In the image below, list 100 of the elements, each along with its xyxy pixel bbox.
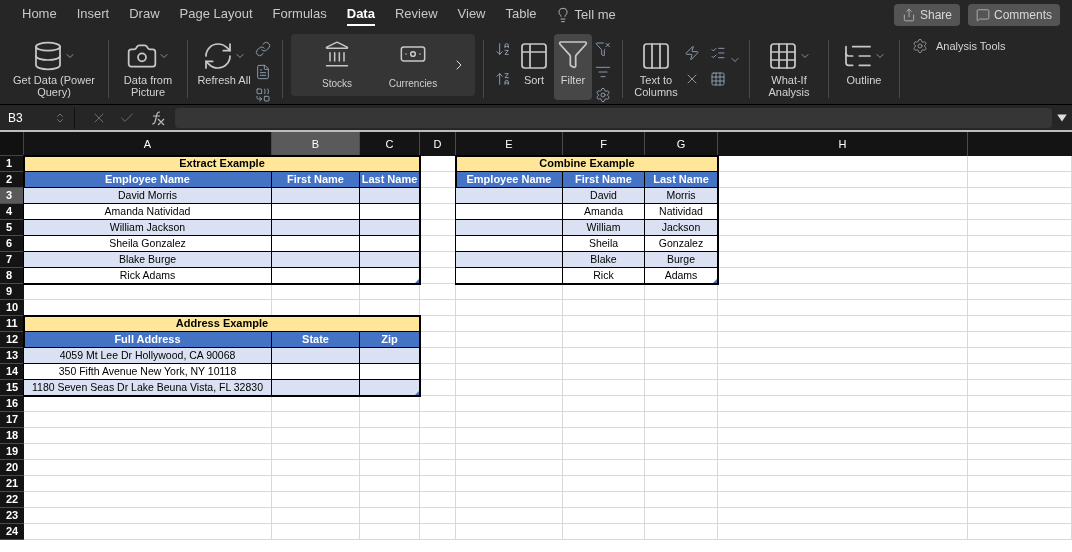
grid-cell[interactable] <box>24 476 272 492</box>
ribbon-tab[interactable]: Formulas <box>262 0 337 30</box>
grid-cell[interactable] <box>420 524 456 540</box>
grid-cell[interactable] <box>718 428 968 444</box>
grid-cell[interactable] <box>272 508 360 524</box>
grid-cell[interactable] <box>420 316 456 332</box>
grid-cell[interactable] <box>968 252 1072 268</box>
column-header[interactable]: B <box>272 132 360 156</box>
column-header[interactable]: G <box>645 132 718 156</box>
grid-cell[interactable] <box>968 316 1072 332</box>
grid-cell[interactable] <box>563 380 645 396</box>
row-header[interactable]: 7 <box>0 252 24 268</box>
column-header[interactable]: D <box>420 132 456 156</box>
grid-cell[interactable] <box>420 412 456 428</box>
row-header[interactable]: 24 <box>0 524 24 540</box>
grid-cell[interactable] <box>456 396 563 412</box>
grid-cell[interactable] <box>563 428 645 444</box>
ribbon-tab[interactable]: Home <box>12 0 67 30</box>
ribbon-button[interactable]: Refresh All <box>196 34 252 100</box>
ribbon-tab[interactable]: Review <box>384 0 448 30</box>
grid-cell[interactable] <box>420 284 456 300</box>
grid-cell[interactable] <box>563 492 645 508</box>
grid-cell[interactable] <box>420 444 456 460</box>
grid-cell[interactable] <box>968 444 1072 460</box>
grid-cell[interactable] <box>563 396 645 412</box>
grid-cell[interactable] <box>718 220 968 236</box>
grid-cell[interactable] <box>420 476 456 492</box>
grid-cell[interactable] <box>456 476 563 492</box>
expand-icon[interactable] <box>1056 111 1068 124</box>
grid-cell[interactable] <box>24 492 272 508</box>
resize-handle-icon[interactable] <box>415 391 419 395</box>
grid-cell[interactable] <box>456 524 563 540</box>
grid-cell[interactable] <box>456 460 563 476</box>
row-header[interactable]: 13 <box>0 348 24 364</box>
grid-cell[interactable] <box>968 236 1072 252</box>
grid-cell[interactable] <box>456 364 563 380</box>
grid-cell[interactable] <box>456 316 563 332</box>
ribbon-tab[interactable]: Insert <box>66 0 120 30</box>
row-header[interactable]: 11 <box>0 316 24 332</box>
row-header[interactable]: 20 <box>0 460 24 476</box>
grid-cell[interactable] <box>360 412 420 428</box>
ribbon-button[interactable]: Outline <box>837 34 891 100</box>
grid-cell[interactable] <box>718 284 968 300</box>
grid-cell[interactable] <box>718 444 968 460</box>
grid-cell[interactable] <box>420 428 456 444</box>
grid-cell[interactable] <box>563 508 645 524</box>
grid-cell[interactable] <box>24 524 272 540</box>
grid-cell[interactable] <box>718 460 968 476</box>
grid-cell[interactable] <box>968 412 1072 428</box>
ribbon-button[interactable]: What-If Analysis <box>758 34 820 100</box>
grid-cell[interactable] <box>456 444 563 460</box>
grid-cell[interactable] <box>968 508 1072 524</box>
grid-cell[interactable] <box>968 428 1072 444</box>
grid-cell[interactable] <box>718 188 968 204</box>
grid-cell[interactable] <box>645 348 718 364</box>
grid-cell[interactable] <box>645 412 718 428</box>
row-header[interactable]: 22 <box>0 492 24 508</box>
grid-cell[interactable] <box>968 268 1072 284</box>
grid-cell[interactable] <box>645 492 718 508</box>
grid-cell[interactable] <box>968 204 1072 220</box>
grid-cell[interactable] <box>968 396 1072 412</box>
grid-cell[interactable] <box>24 412 272 428</box>
grid-cell[interactable] <box>645 332 718 348</box>
grid-cell[interactable] <box>360 492 420 508</box>
row-header[interactable]: 18 <box>0 428 24 444</box>
ribbon-button[interactable]: Get Data (Power Query) <box>8 34 100 100</box>
row-header[interactable]: 3 <box>0 188 24 204</box>
grid-cell[interactable] <box>968 380 1072 396</box>
row-header[interactable]: 19 <box>0 444 24 460</box>
grid-cell[interactable] <box>645 364 718 380</box>
row-header[interactable]: 2 <box>0 172 24 188</box>
grid-cell[interactable] <box>456 380 563 396</box>
grid-cell[interactable] <box>718 364 968 380</box>
grid-cell[interactable] <box>718 236 968 252</box>
grid-cell[interactable] <box>968 284 1072 300</box>
grid-cell[interactable] <box>718 316 968 332</box>
ribbon-tab[interactable]: Page Layout <box>169 0 263 30</box>
grid-cell[interactable] <box>272 412 360 428</box>
grid-cell[interactable] <box>563 364 645 380</box>
grid-cell[interactable] <box>718 380 968 396</box>
filter-button[interactable]: Filter <box>554 34 592 100</box>
grid-cell[interactable] <box>563 444 645 460</box>
row-header[interactable]: 8 <box>0 268 24 284</box>
grid-cell[interactable] <box>563 412 645 428</box>
row-header[interactable]: 6 <box>0 236 24 252</box>
row-header[interactable]: 17 <box>0 412 24 428</box>
grid-cell[interactable] <box>456 300 563 316</box>
grid-cell[interactable] <box>968 220 1072 236</box>
grid-cell[interactable] <box>968 364 1072 380</box>
grid-cell[interactable] <box>718 204 968 220</box>
ribbon-button[interactable]: Data from Picture <box>117 34 179 100</box>
grid-cell[interactable] <box>456 332 563 348</box>
grid-cell[interactable] <box>718 156 968 172</box>
grid-cell[interactable] <box>360 524 420 540</box>
grid-cell[interactable] <box>272 444 360 460</box>
grid-cell[interactable] <box>718 268 968 284</box>
grid-cell[interactable] <box>968 332 1072 348</box>
row-header[interactable]: 12 <box>0 332 24 348</box>
grid-cell[interactable] <box>456 412 563 428</box>
grid-cell[interactable] <box>420 492 456 508</box>
